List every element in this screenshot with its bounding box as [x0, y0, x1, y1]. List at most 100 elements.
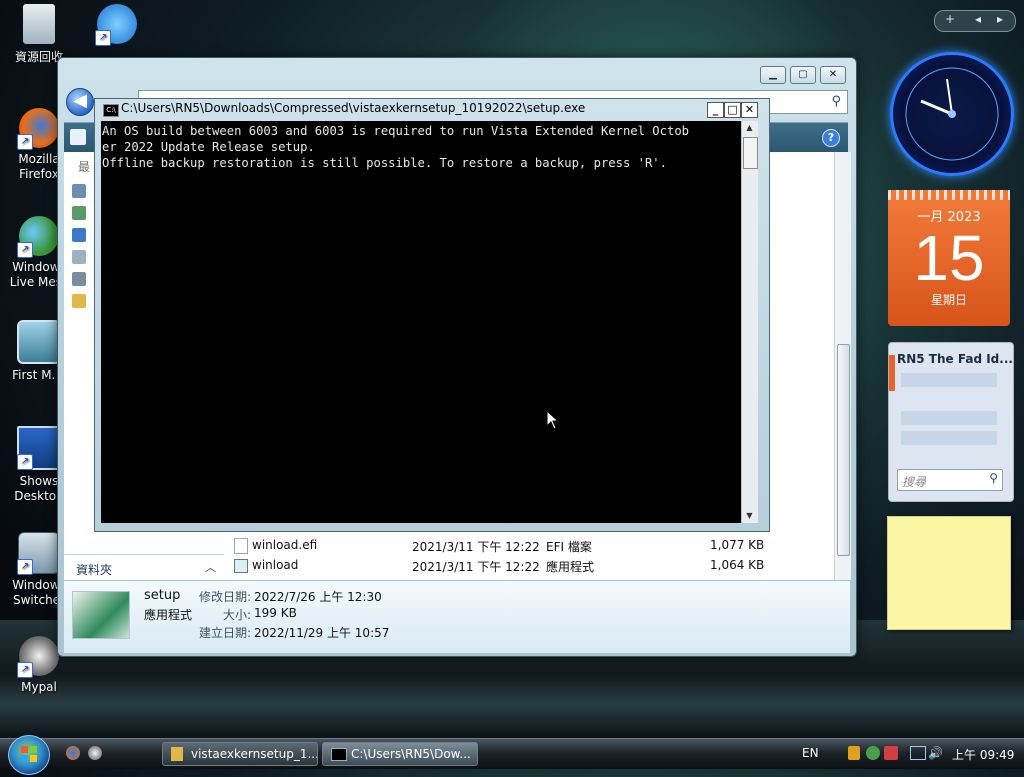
download-manager-icon: ↗: [95, 4, 137, 46]
nav-link-icon[interactable]: [72, 228, 86, 242]
feed-title[interactable]: RN5 The Fad Id...: [897, 352, 1013, 366]
volume-icon[interactable]: 🔊: [928, 746, 943, 760]
scrollbar-thumb[interactable]: [743, 137, 758, 169]
folders-toggle[interactable]: 資料夾 ︿: [64, 554, 224, 581]
details-pane: setup 應用程式 修改日期: 2022/7/26 上午 12:30 大小: …: [64, 580, 850, 653]
file-type: EFI 檔案: [546, 540, 592, 554]
details-modified-label: 修改日期:: [199, 590, 252, 604]
console-icon: C:\: [103, 104, 119, 117]
console-window[interactable]: C:\ C:\Users\RN5\Downloads\Compressed\vi…: [94, 98, 770, 532]
table-row[interactable]: winload.efi 2021/3/11 下午 12:22 EFI 檔案 1,…: [224, 535, 834, 555]
details-created-value: 2022/11/29 上午 10:57: [254, 626, 390, 640]
nav-section-label: 最: [78, 160, 91, 174]
feed-gadget[interactable]: RN5 The Fad Id... 搜尋 ⚲: [888, 342, 1014, 502]
show-desktop-icon: ↗: [17, 426, 61, 470]
shortcut-arrow-icon: ↗: [17, 242, 33, 258]
organize-icon[interactable]: [70, 129, 86, 145]
security-shield-icon[interactable]: [848, 746, 860, 760]
file-list-scrollbar[interactable]: [834, 152, 851, 580]
add-gadget-icon[interactable]: +: [945, 12, 955, 26]
window-switcher-icon: ↗: [17, 532, 60, 575]
mypal-quicklaunch-icon[interactable]: [88, 746, 102, 760]
desktop-icon-label: Mypal: [21, 680, 57, 694]
maximize-button[interactable]: ▢: [790, 66, 816, 84]
application-icon: [234, 559, 248, 573]
network-globe-icon[interactable]: [866, 746, 880, 760]
file-size: 1,077 KB: [710, 538, 765, 552]
scrollbar-thumb[interactable]: [837, 344, 850, 556]
sticky-note-gadget[interactable]: [887, 516, 1011, 630]
taskbar-button-console[interactable]: C:\Users\RN5\Dow...: [322, 742, 478, 766]
display-icon[interactable]: [910, 746, 926, 760]
file-date: 2021/3/11 下午 12:22: [412, 540, 540, 554]
details-size-value: 199 KB: [254, 606, 297, 620]
tray-app-icon[interactable]: [884, 746, 898, 760]
user-avatar-icon: [17, 320, 61, 364]
calendar-day: 15: [913, 222, 985, 294]
start-button[interactable]: [8, 735, 50, 775]
details-name: setup: [144, 588, 181, 603]
shortcut-arrow-icon: ↗: [17, 134, 33, 150]
nav-link-icon[interactable]: [72, 250, 86, 264]
back-button[interactable]: ◀: [66, 88, 94, 116]
minimize-button[interactable]: ▁: [760, 66, 786, 84]
next-icon[interactable]: ▸: [997, 12, 1003, 26]
shortcut-arrow-icon: ↗: [17, 662, 33, 678]
console-scrollbar[interactable]: ▲ ▼: [741, 121, 758, 523]
console-maximize-button[interactable]: □: [724, 102, 741, 118]
sidebar-controls[interactable]: + ◂ ▸: [934, 10, 1016, 32]
help-icon[interactable]: ?: [822, 129, 840, 147]
taskbar-button-label: C:\Users\RN5\Dow...: [351, 747, 471, 761]
console-title: C:\Users\RN5\Downloads\Compressed\vistae…: [121, 101, 586, 115]
calendar-binding: [888, 190, 1010, 200]
messenger-icon: ↗: [17, 216, 59, 258]
folder-icon: [171, 747, 183, 761]
clock-gadget[interactable]: [890, 52, 1014, 176]
taskbar-button-explorer[interactable]: vistaexkernsetup_1...: [162, 742, 318, 766]
shortcut-arrow-icon: ↗: [95, 30, 111, 46]
console-minimize-button[interactable]: _: [707, 102, 724, 118]
console-close-button[interactable]: ✕: [741, 102, 758, 118]
mypal-icon: ↗: [17, 636, 59, 678]
details-modified-value: 2022/7/26 上午 12:30: [254, 590, 382, 604]
taskbar-clock[interactable]: 上午 09:49: [952, 746, 1014, 763]
shortcut-arrow-icon: ↗: [17, 454, 33, 470]
file-name: winload: [252, 558, 299, 572]
feed-item[interactable]: [901, 431, 997, 445]
console-output[interactable]: An OS build between 6003 and 6003 is req…: [101, 121, 741, 523]
folders-label: 資料夾: [76, 563, 113, 577]
details-kind: 應用程式: [144, 608, 193, 622]
previous-icon[interactable]: ◂: [975, 12, 981, 26]
desktop-icon-recycle-bin[interactable]: 資源回收: [0, 4, 78, 65]
console-icon: [331, 748, 347, 761]
calendar-weekday: 星期日: [930, 293, 967, 307]
close-button[interactable]: ✕: [820, 66, 846, 84]
feed-item[interactable]: [901, 411, 997, 425]
file-size: 1,064 KB: [710, 558, 765, 572]
feed-search-input[interactable]: 搜尋 ⚲: [897, 469, 1003, 491]
search-icon[interactable]: ⚲: [831, 94, 841, 109]
feed-accent: [889, 355, 895, 391]
console-line: er 2022 Update Release setup.: [102, 140, 315, 154]
windows-logo-icon: [21, 746, 37, 762]
nav-link-icon[interactable]: [72, 272, 86, 286]
shortcut-arrow-icon: ↗: [17, 559, 33, 575]
chevron-up-icon: ︿: [205, 561, 216, 574]
language-indicator[interactable]: EN: [802, 746, 819, 760]
taskbar-button-label: vistaexkernsetup_1...: [191, 747, 318, 761]
search-icon[interactable]: ⚲: [989, 471, 998, 485]
calendar-gadget[interactable]: 一月 2023 15 星期日: [888, 190, 1010, 326]
scroll-up-icon[interactable]: ▲: [743, 121, 756, 135]
table-row[interactable]: winload 2021/3/11 下午 12:22 應用程式 1,064 KB: [224, 555, 834, 575]
file-thumbnail: [72, 591, 130, 639]
clock-face: [905, 67, 999, 161]
scroll-down-icon[interactable]: ▼: [743, 509, 756, 523]
firefox-quicklaunch-icon[interactable]: [66, 746, 80, 760]
folder-icon[interactable]: [72, 294, 86, 308]
firefox-icon: ↗: [17, 108, 59, 150]
nav-link-icon[interactable]: [72, 206, 86, 220]
feed-item[interactable]: [901, 373, 997, 387]
taskbar: vistaexkernsetup_1... C:\Users\RN5\Dow..…: [0, 735, 1024, 775]
nav-link-icon[interactable]: [72, 184, 86, 198]
desktop-icon-idm[interactable]: ↗: [78, 4, 156, 48]
